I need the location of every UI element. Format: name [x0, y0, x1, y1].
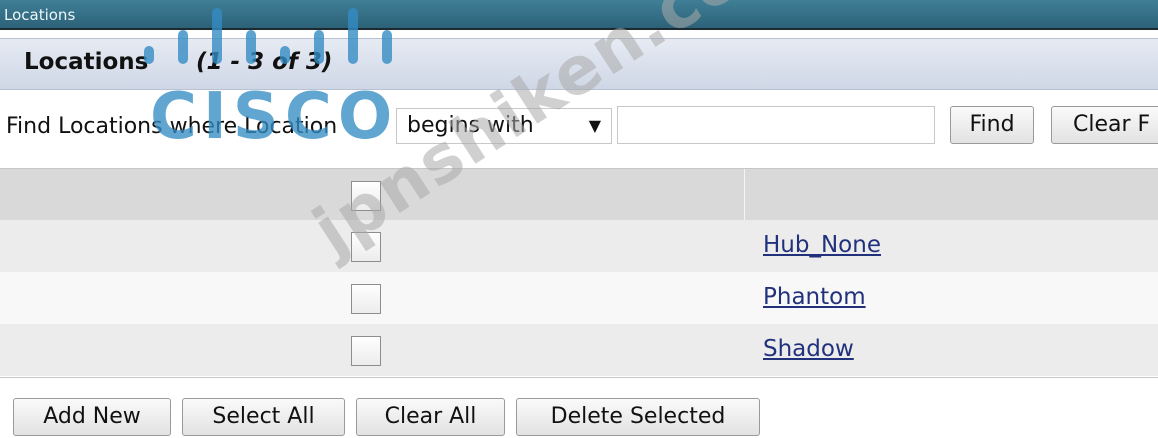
search-bar: Find Locations where Location begins wit…: [0, 98, 1158, 158]
select-all-checkbox[interactable]: [351, 181, 381, 211]
table-row: Phantom: [0, 272, 1158, 324]
clear-filter-button[interactable]: Clear F: [1051, 106, 1158, 144]
location-link[interactable]: Phantom: [763, 284, 866, 310]
row-checkbox[interactable]: [351, 284, 381, 314]
add-new-button[interactable]: Add New: [13, 398, 171, 436]
table-header-row: [0, 168, 1158, 222]
select-all-button[interactable]: Select All: [182, 398, 345, 436]
window-title-bar: Locations: [0, 0, 1158, 30]
location-link[interactable]: Shadow: [763, 336, 854, 362]
row-checkbox[interactable]: [351, 232, 381, 262]
search-input[interactable]: [617, 106, 935, 144]
action-bar: Add New Select All Clear All Delete Sele…: [0, 378, 1158, 438]
row-checkbox[interactable]: [351, 336, 381, 366]
clear-all-button[interactable]: Clear All: [356, 398, 505, 436]
window-title: Locations: [4, 6, 76, 24]
record-count: (1 - 3 of 3): [196, 49, 333, 75]
column-divider: [744, 169, 745, 221]
search-operator-value: begins with: [407, 113, 534, 138]
panel-title: Locations: [24, 49, 149, 75]
table-row: Hub_None: [0, 220, 1158, 272]
delete-selected-button[interactable]: Delete Selected: [516, 398, 760, 436]
search-label: Find Locations where Location: [6, 114, 338, 139]
dropdown-arrow-icon: ▼: [588, 116, 601, 135]
location-link[interactable]: Hub_None: [763, 232, 881, 258]
search-operator-select[interactable]: begins with ▼: [396, 108, 612, 144]
panel-header: Locations (1 - 3 of 3): [0, 38, 1158, 90]
find-button[interactable]: Find: [950, 106, 1034, 144]
table-row: Shadow: [0, 324, 1158, 376]
